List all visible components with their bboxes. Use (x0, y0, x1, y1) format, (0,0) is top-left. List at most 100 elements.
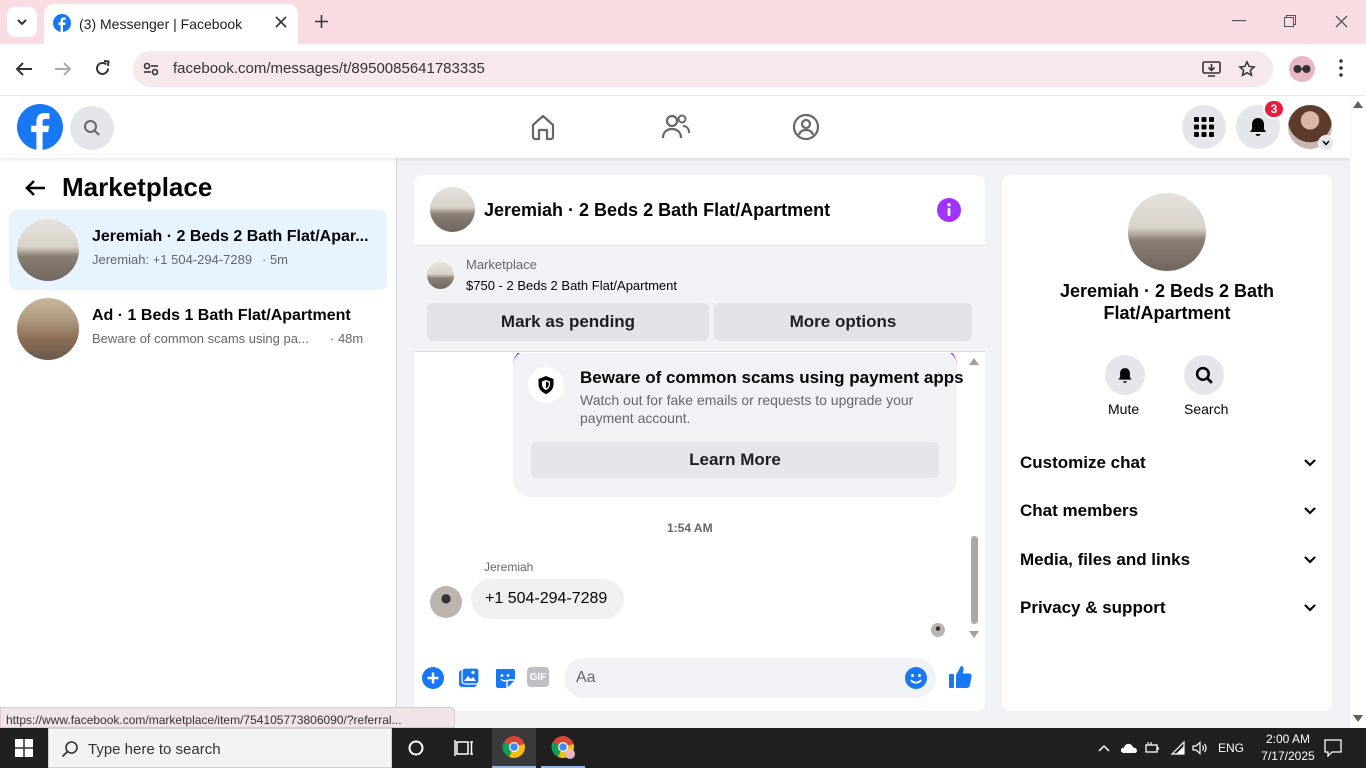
message-thread[interactable]: Beware of common scams using payment app… (414, 353, 985, 643)
close-window-icon[interactable] (1335, 15, 1348, 28)
close-tab-icon[interactable] (275, 16, 287, 28)
windows-logo-icon (15, 739, 33, 757)
info-icon[interactable] (937, 198, 961, 222)
scroll-up-arrow-icon[interactable] (969, 358, 979, 365)
new-tab-icon[interactable] (314, 14, 329, 29)
section-label: Customize chat (1020, 453, 1146, 472)
mute-button[interactable] (1105, 355, 1145, 395)
messenger-page: Marketplace Jeremiah · 2 Beds 2 Bath Fla… (0, 158, 1350, 728)
input-language[interactable]: ENG (1218, 741, 1244, 755)
chevron-down-icon (1304, 507, 1316, 515)
gif-label: GIF (529, 671, 547, 683)
composer-bar: GIF Aa (414, 653, 985, 703)
message-input[interactable]: Aa (564, 658, 936, 698)
facebook-logo-icon[interactable] (17, 104, 63, 150)
site-info-icon[interactable] (143, 62, 159, 76)
facebook-favicon-icon (53, 14, 71, 32)
emoji-icon[interactable] (905, 667, 927, 689)
scroll-down-arrow-icon[interactable] (1353, 715, 1363, 722)
browser-tab-active[interactable]: (3) Messenger | Facebook (44, 4, 298, 44)
chevron-down-icon (1304, 459, 1316, 467)
bookmark-star-icon[interactable] (1238, 60, 1256, 78)
menu-button[interactable] (1182, 105, 1226, 149)
friends-icon[interactable] (661, 113, 691, 141)
home-icon[interactable] (529, 113, 557, 141)
chrome-profile-taskbar-button[interactable] (541, 728, 585, 768)
profile-avatar-icon[interactable] (1289, 56, 1315, 82)
facebook-search-button[interactable] (70, 106, 114, 150)
cortana-button[interactable] (394, 728, 438, 768)
clock-date[interactable]: 7/17/2025 (1254, 749, 1322, 763)
add-plus-icon[interactable] (422, 667, 444, 689)
chat-header: Jeremiah · 2 Beds 2 Bath Flat/Apartment (414, 175, 985, 246)
info-avatar[interactable] (1128, 193, 1206, 271)
taskbar-search-box[interactable]: Type here to search (48, 728, 392, 768)
conversation-item[interactable]: Ad · 1 Beds 1 Bath Flat/Apartment Beware… (9, 292, 387, 364)
address-bar[interactable]: facebook.com/messages/t/8950085641783335 (133, 51, 1273, 87)
chat-title[interactable]: Jeremiah · 2 Beds 2 Bath Flat/Apartment (484, 200, 830, 221)
mark-as-pending-button[interactable]: Mark as pending (427, 303, 709, 341)
bell-icon (1250, 118, 1266, 136)
minimize-icon[interactable] (1232, 20, 1246, 22)
install-app-icon[interactable] (1202, 60, 1221, 78)
search-in-chat-button[interactable] (1184, 355, 1224, 395)
more-options-button[interactable]: More options (714, 303, 972, 341)
conversation-preview: Beware of common scams using pa... (92, 331, 309, 346)
forward-arrow-icon[interactable] (54, 61, 72, 77)
start-button[interactable] (2, 728, 46, 768)
chat-avatar[interactable] (430, 187, 475, 232)
chevron-down-icon (1322, 140, 1330, 146)
customize-chat-section[interactable]: Customize chat (1020, 449, 1316, 477)
chevron-down-icon (17, 19, 27, 26)
section-label: Chat members (1020, 501, 1139, 520)
wifi-icon[interactable] (1170, 740, 1186, 756)
restore-icon[interactable] (1284, 15, 1296, 27)
conversation-thumbnail (17, 219, 79, 281)
groups-icon[interactable] (792, 113, 820, 141)
reload-icon[interactable] (94, 60, 111, 77)
listing-description[interactable]: $750 - 2 Beds 2 Bath Flat/Apartment (466, 278, 677, 293)
sender-avatar[interactable] (430, 586, 462, 618)
account-menu-chevron[interactable] (1318, 135, 1334, 151)
chrome-icon (502, 736, 525, 758)
thread-scrollbar-thumb[interactable] (971, 536, 978, 624)
tab-search-button[interactable] (7, 7, 37, 37)
attach-image-icon[interactable] (458, 667, 480, 689)
onedrive-cloud-icon[interactable] (1120, 742, 1138, 754)
show-hidden-icons-chevron-icon[interactable] (1098, 744, 1110, 752)
learn-more-button[interactable]: Learn More (531, 442, 939, 478)
chat-members-section[interactable]: Chat members (1020, 497, 1316, 525)
conversation-item[interactable]: Jeremiah · 2 Beds 2 Bath Flat/Apar... Je… (9, 210, 387, 290)
chrome-icon (551, 736, 575, 759)
listing-thumbnail[interactable] (427, 262, 454, 289)
scroll-up-arrow-icon[interactable] (1353, 101, 1363, 108)
conversation-time: · 5m (262, 252, 288, 267)
tab-title: (3) Messenger | Facebook (79, 16, 243, 32)
search-icon (61, 741, 78, 758)
back-arrow-icon[interactable] (24, 179, 46, 197)
thumbs-up-icon[interactable] (948, 664, 973, 689)
message-bubble[interactable]: +1 504-294-7289 (471, 579, 624, 619)
browser-tab-strip: (3) Messenger | Facebook (0, 0, 1366, 44)
privacy-support-section[interactable]: Privacy & support (1020, 594, 1316, 622)
chrome-taskbar-button[interactable] (492, 728, 536, 768)
task-view-button[interactable] (442, 728, 486, 768)
page-scrollbar[interactable] (1350, 96, 1366, 728)
chevron-down-icon (1304, 604, 1316, 612)
gif-button[interactable]: GIF (527, 667, 549, 687)
battery-plug-icon[interactable] (1145, 741, 1161, 755)
conversation-time: · 48m (330, 331, 364, 346)
taskbar-search-placeholder: Type here to search (88, 741, 221, 758)
sticker-icon[interactable] (494, 667, 516, 689)
cortana-circle-icon (408, 740, 424, 756)
chrome-menu-icon[interactable] (1339, 59, 1343, 77)
scroll-down-arrow-icon[interactable] (969, 631, 979, 638)
action-center-icon[interactable] (1324, 739, 1342, 757)
shield-icon-bubble (528, 367, 564, 403)
url-text: facebook.com/messages/t/8950085641783335 (173, 60, 485, 77)
back-arrow-icon[interactable] (15, 61, 33, 77)
media-files-links-section[interactable]: Media, files and links (1020, 546, 1316, 574)
clock-time[interactable]: 2:00 AM (1258, 732, 1318, 746)
volume-icon[interactable] (1192, 741, 1208, 755)
chat-info-pane: Jeremiah · 2 Beds 2 Bath Flat/Apartment … (1002, 175, 1332, 711)
